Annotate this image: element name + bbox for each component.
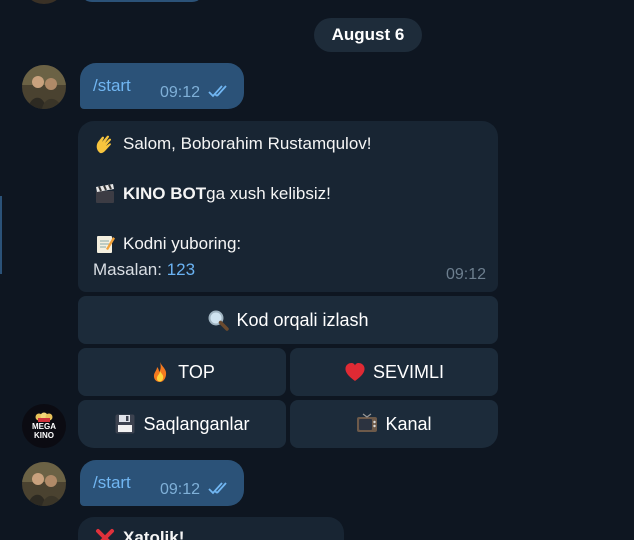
- message-time: 09:12: [445, 266, 486, 283]
- greeting-text: Salom, Boborahim Rustamqulov!: [123, 134, 372, 153]
- button-label: Kanal: [385, 413, 432, 434]
- command-text[interactable]: /start: [93, 473, 131, 493]
- top-button[interactable]: TOP: [78, 348, 286, 396]
- bot-avatar-text: MEGA: [32, 422, 56, 431]
- magnifier-icon: [207, 309, 230, 331]
- button-label: Kod orqali izlash: [236, 309, 369, 330]
- brand-name: KINO BOT: [123, 184, 207, 203]
- clapper-board-icon: [93, 183, 117, 205]
- incoming-message[interactable]: Xatolik!: [78, 517, 344, 540]
- bot-avatar-text: KINO: [34, 431, 54, 440]
- greeting-line: Salom, Boborahim Rustamqulov!: [93, 133, 372, 155]
- red-heart-icon: [344, 361, 366, 383]
- incoming-message[interactable]: Salom, Boborahim Rustamqulov! KINO BOT ga…: [78, 121, 498, 292]
- example-line: Masalan: 123: [93, 260, 195, 280]
- date-separator[interactable]: August 6: [314, 18, 422, 52]
- welcome-text: ga xush kelibsiz!: [206, 184, 331, 203]
- favorites-button[interactable]: SEVIMLI: [290, 348, 498, 396]
- channel-button[interactable]: Kanal: [290, 400, 498, 448]
- button-label: SEVIMLI: [372, 361, 445, 382]
- chat-history[interactable]: August 6 /start 09:12 Salom, Boborahim R…: [0, 0, 634, 540]
- message-time: 09:12: [159, 84, 200, 101]
- welcome-line: KINO BOT ga xush kelibsiz!: [93, 183, 331, 205]
- example-code[interactable]: 123: [167, 260, 195, 280]
- user-avatar[interactable]: [22, 462, 66, 506]
- double-check-icon: [208, 84, 234, 103]
- popcorn-icon: [35, 412, 53, 422]
- button-label: Saqlanganlar: [143, 413, 250, 434]
- outgoing-message[interactable]: /start 09:12: [80, 63, 244, 109]
- memo-icon: [93, 233, 117, 255]
- floppy-disk-icon: [114, 413, 136, 435]
- double-check-icon: [208, 481, 234, 500]
- example-label: Masalan:: [93, 260, 167, 279]
- user-avatar[interactable]: [22, 65, 66, 109]
- prompt-line: Kodni yuboring:: [93, 233, 241, 255]
- bot-avatar[interactable]: MEGA KINO: [22, 404, 66, 448]
- error-line: Xatolik!: [93, 527, 184, 540]
- prompt-text: Kodni yuboring:: [123, 234, 242, 253]
- command-text[interactable]: /start: [93, 76, 131, 96]
- button-label: TOP: [178, 361, 215, 382]
- waving-hand-icon: [93, 133, 117, 155]
- fire-icon: [149, 361, 171, 383]
- search-by-code-button[interactable]: Kod orqali izlash: [78, 296, 498, 344]
- television-icon: [356, 413, 378, 435]
- avatar[interactable]: [22, 0, 66, 4]
- error-text: Xatolik!: [123, 528, 185, 540]
- cross-mark-icon: [93, 527, 117, 540]
- message-time: 09:12: [159, 481, 200, 498]
- outgoing-message[interactable]: /start 09:12: [80, 460, 244, 506]
- saved-button[interactable]: Saqlanganlar: [78, 400, 286, 448]
- message-bubble-clipped[interactable]: [80, 0, 204, 2]
- scroll-accent: [0, 196, 2, 274]
